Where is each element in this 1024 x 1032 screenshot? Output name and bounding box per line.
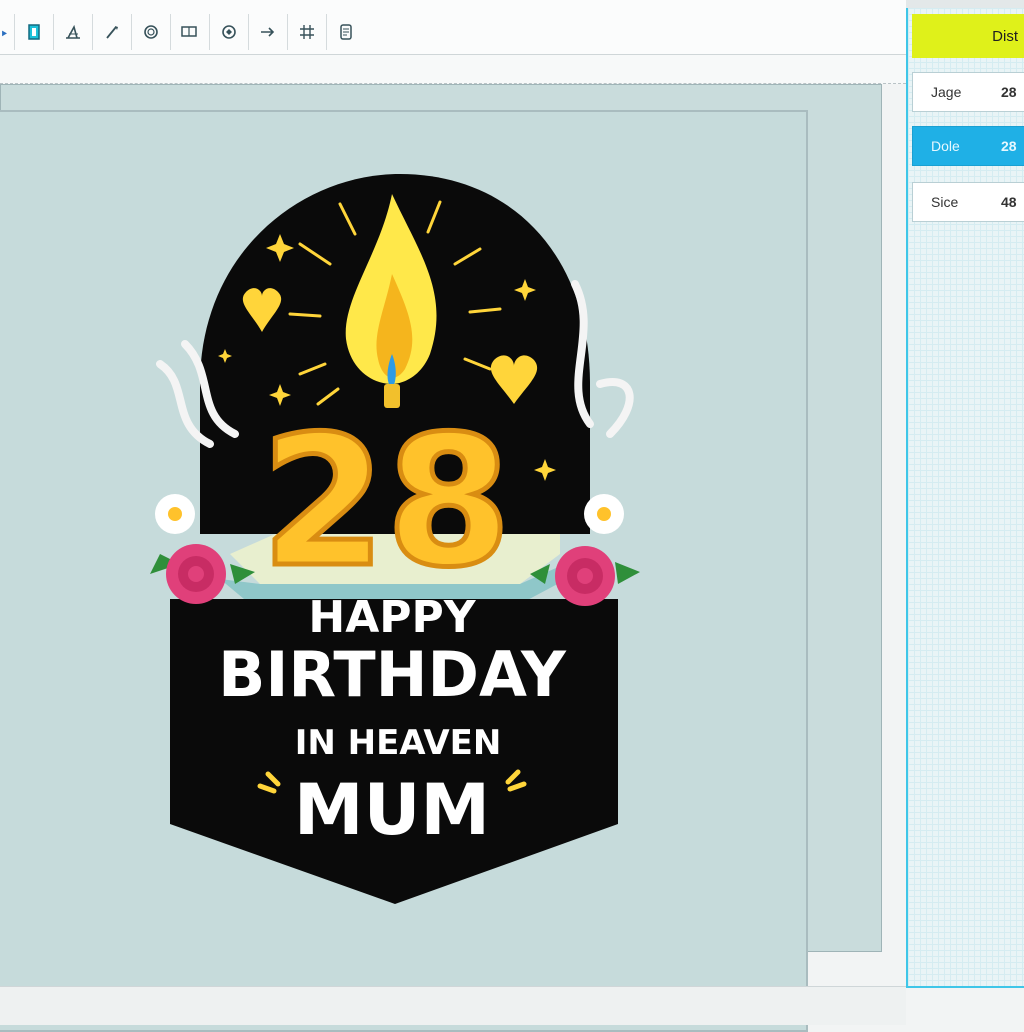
properties-panel: Dist Jage 28 Dole 28 Sice 48 (906, 8, 1024, 988)
panel-header-label: Dist (992, 27, 1018, 45)
property-value: 48 (1001, 194, 1017, 210)
property-label: Jage (931, 84, 962, 100)
property-row-dole[interactable]: Dole 28 (912, 126, 1024, 166)
tool-group (0, 14, 365, 50)
rectangle-tool-icon[interactable] (171, 14, 210, 50)
property-row-jage[interactable]: Jage 28 (912, 72, 1024, 112)
pointer-tool-icon[interactable] (0, 14, 15, 50)
status-bar (0, 986, 906, 1025)
target-tool-icon[interactable] (132, 14, 171, 50)
panel-header[interactable]: Dist (912, 14, 1024, 58)
property-label: Dole (931, 138, 960, 154)
arrow-tool-icon[interactable] (249, 14, 288, 50)
chart-tool-icon[interactable] (54, 14, 93, 50)
layers-tool-icon[interactable] (327, 14, 365, 50)
pen-tool-icon[interactable] (93, 14, 132, 50)
property-label: Sice (931, 194, 959, 210)
artboard[interactable] (0, 110, 808, 1032)
property-row-sice[interactable]: Sice 48 (912, 182, 1024, 222)
frame-tool-icon[interactable] (15, 14, 54, 50)
stamp-tool-icon[interactable] (210, 14, 249, 50)
property-value: 28 (1001, 84, 1017, 100)
toolbar (0, 0, 906, 55)
ruler-bar (0, 55, 906, 84)
grid-tool-icon[interactable] (288, 14, 327, 50)
property-value: 28 (1001, 138, 1017, 154)
